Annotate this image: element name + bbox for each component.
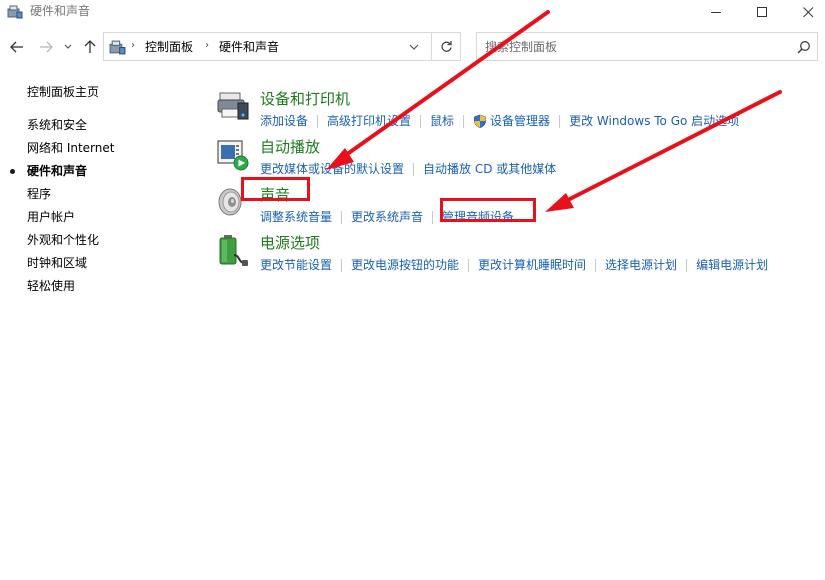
category-title-devices-printers[interactable]: 设备和打印机 [260, 89, 350, 109]
link-change-system-sounds[interactable]: 更改系统声音 [351, 209, 423, 225]
close-button[interactable] [785, 0, 825, 24]
sidebar-item-hardware-sound[interactable]: 硬件和声音 [27, 163, 87, 179]
chevron-down-icon [64, 44, 72, 49]
maximize-button[interactable] [739, 0, 785, 24]
current-item-bullet [10, 169, 15, 174]
link-divider [317, 114, 319, 128]
breadcrumb-control-panel[interactable]: 控制面板 [145, 39, 193, 55]
link-change-media-defaults[interactable]: 更改媒体或设备的默认设置 [260, 161, 404, 177]
link-choose-power-plan[interactable]: 选择电源计划 [605, 257, 677, 273]
category-power-options: 电源选项 更改节能设置 更改电源按钮的功能 更改计算机睡眠时间 选择电源计划 编… [216, 233, 816, 281]
refresh-button[interactable] [431, 32, 461, 61]
link-divider [686, 258, 688, 272]
link-device-manager[interactable]: 设备管理器 [473, 113, 550, 129]
sidebar-item-ease-of-access[interactable]: 轻松使用 [27, 278, 75, 294]
link-divider [420, 114, 422, 128]
category-title-power-options[interactable]: 电源选项 [260, 233, 320, 253]
category-links-autoplay: 更改媒体或设备的默认设置 自动播放 CD 或其他媒体 [260, 160, 556, 178]
link-divider [559, 114, 561, 128]
control-panel-icon [7, 5, 23, 19]
link-autoplay-cd[interactable]: 自动播放 CD 或其他媒体 [423, 161, 556, 177]
minimize-icon [710, 11, 721, 13]
link-divider [341, 258, 343, 272]
arrow-up-icon [84, 40, 96, 53]
link-adjust-volume[interactable]: 调整系统音量 [260, 209, 332, 225]
sidebar-item-programs[interactable]: 程序 [27, 186, 51, 202]
autoplay-icon [217, 140, 249, 171]
link-add-device[interactable]: 添加设备 [260, 113, 308, 129]
printer-icon [217, 92, 249, 120]
link-divider [463, 114, 465, 128]
link-mouse[interactable]: 鼠标 [430, 113, 454, 129]
link-device-manager-label: 设备管理器 [490, 114, 551, 128]
link-edit-power-plan[interactable]: 编辑电源计划 [696, 257, 768, 273]
breadcrumb-separator-icon[interactable]: › [205, 40, 209, 51]
minimize-button[interactable] [693, 0, 739, 24]
category-devices-printers: 设备和打印机 添加设备 高级打印机设置 鼠标 设备管理器 更改 Windows … [216, 89, 816, 137]
link-divider [468, 258, 470, 272]
control-panel-icon [109, 40, 126, 55]
arrow-right-icon [40, 41, 53, 53]
link-change-power-saving[interactable]: 更改节能设置 [260, 257, 332, 273]
battery-icon [219, 235, 248, 266]
search-input[interactable] [485, 38, 785, 56]
link-divider [413, 162, 415, 176]
link-windows-to-go[interactable]: 更改 Windows To Go 启动选项 [569, 113, 739, 129]
sidebar-item-appearance[interactable]: 外观和个性化 [27, 232, 99, 248]
maximize-icon [756, 6, 767, 17]
chevron-down-icon [409, 44, 419, 50]
address-bar[interactable]: › 控制面板 › 硬件和声音 [103, 32, 461, 61]
sidebar-item-user-accounts[interactable]: 用户帐户 [27, 209, 75, 225]
up-button[interactable] [80, 37, 100, 57]
annotation-arrows [326, 10, 782, 212]
sidebar-item-clock-region[interactable]: 时钟和区域 [27, 255, 87, 271]
search-box[interactable] [476, 32, 818, 61]
link-advanced-printer-settings[interactable]: 高级打印机设置 [327, 113, 411, 129]
category-links-devices-printers: 添加设备 高级打印机设置 鼠标 设备管理器 更改 Windows To Go 启… [260, 112, 739, 130]
refresh-icon [440, 41, 452, 52]
uac-shield-icon [474, 114, 486, 128]
category-title-autoplay[interactable]: 自动播放 [260, 137, 320, 157]
category-links-power-options: 更改节能设置 更改电源按钮的功能 更改计算机睡眠时间 选择电源计划 编辑电源计划 [260, 256, 768, 274]
link-power-button-function[interactable]: 更改电源按钮的功能 [351, 257, 459, 273]
annotation-box-manage-audio [440, 198, 536, 222]
breadcrumb-separator-icon[interactable]: › [131, 40, 135, 51]
arrow-left-icon [10, 41, 23, 53]
sidebar-item-network[interactable]: 网络和 Internet [27, 140, 114, 156]
title-bar: 硬件和声音 [0, 0, 825, 24]
link-sleep-time[interactable]: 更改计算机睡眠时间 [478, 257, 586, 273]
link-divider [595, 258, 597, 272]
navigation-bar: › 控制面板 › 硬件和声音 [0, 32, 825, 62]
breadcrumb-hardware-sound[interactable]: 硬件和声音 [219, 39, 279, 55]
window-title: 硬件和声音 [30, 4, 91, 18]
search-icon[interactable] [797, 40, 811, 54]
forward-button[interactable] [36, 37, 56, 57]
sidebar-item-home[interactable]: 控制面板主页 [27, 84, 99, 100]
link-divider [432, 210, 434, 224]
sidebar-item-system-security[interactable]: 系统和安全 [27, 117, 87, 133]
recent-locations-button[interactable] [61, 37, 75, 57]
link-divider [341, 210, 343, 224]
annotation-box-sound-title [241, 177, 310, 201]
close-icon [802, 6, 813, 17]
back-button[interactable] [7, 37, 27, 57]
address-dropdown-button[interactable] [404, 38, 424, 56]
